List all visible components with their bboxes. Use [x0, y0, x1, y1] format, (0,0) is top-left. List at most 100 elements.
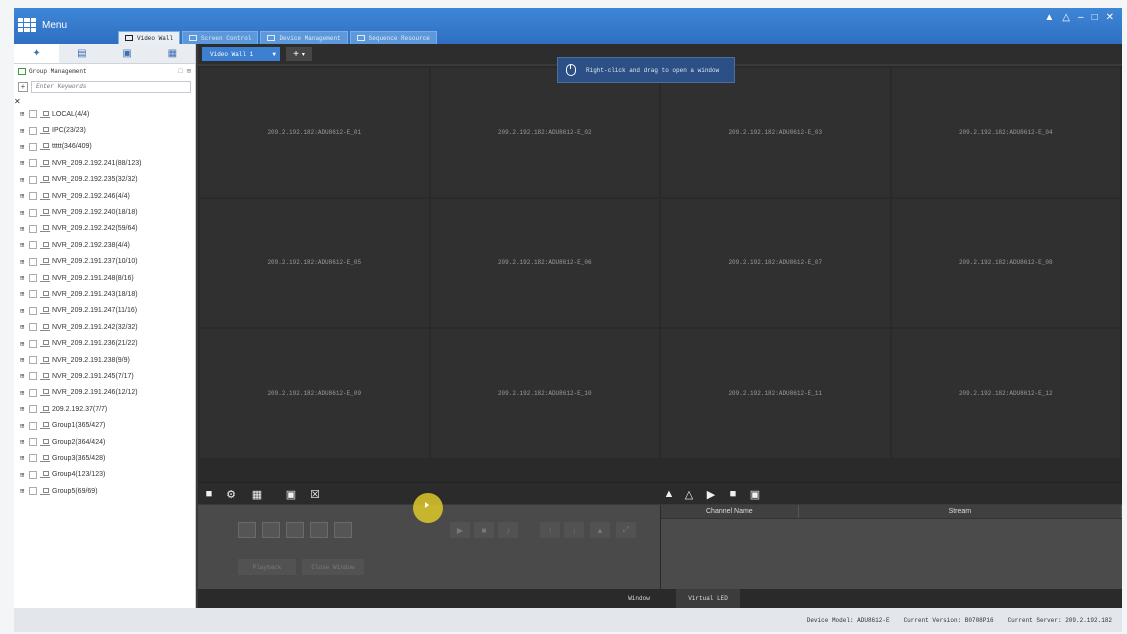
playback-button[interactable]: Playback	[238, 559, 296, 575]
tree-checkbox[interactable]	[29, 257, 37, 266]
lock-icon[interactable]: ▲	[662, 487, 676, 501]
channel-name-header[interactable]: Channel Name	[661, 505, 799, 518]
tree-item[interactable]: ⊞ NVR_209.2.191.236(21/22)	[20, 335, 195, 351]
tree-checkbox[interactable]	[29, 470, 37, 479]
expand-icon[interactable]: ⊞	[20, 471, 29, 479]
add-wall-button[interactable]: + ▾	[286, 47, 312, 61]
play-icon[interactable]: ▶	[450, 522, 470, 538]
tree-item[interactable]: ⊞ Group3(365/428)	[20, 450, 195, 466]
tree-checkbox[interactable]	[29, 388, 37, 397]
tree-item[interactable]: ⊞ NVR_209.2.191.247(11/16)	[20, 303, 195, 319]
tree-item[interactable]: ⊞ Group1(365/427)	[20, 417, 195, 433]
wall-screen[interactable]: 209.2.192.182:ADU8612-E_04	[891, 68, 1120, 197]
stop-icon[interactable]: ■	[474, 522, 494, 538]
expand-icon[interactable]: ⊞	[20, 274, 29, 282]
tree-checkbox[interactable]	[29, 356, 37, 365]
window-icon[interactable]: ▣	[105, 44, 150, 63]
save-icon[interactable]: ■	[202, 487, 216, 501]
wall-screen[interactable]: 209.2.192.182:ADU8612-E_09	[200, 329, 429, 458]
tree-checkbox[interactable]	[29, 175, 37, 184]
unlock-icon[interactable]: △	[682, 487, 696, 501]
layout-4-button[interactable]	[262, 522, 280, 538]
expand-icon[interactable]: ⊞	[20, 372, 29, 380]
fullscreen-icon[interactable]: ▣	[284, 487, 298, 501]
tree-item[interactable]: ⊞ NVR_209.2.192.242(59/64)	[20, 221, 195, 237]
tree-item[interactable]: ⊞ ttttt(346/409)	[20, 139, 195, 155]
wall-screen[interactable]: 209.2.192.182:ADU8612-E_10	[430, 329, 659, 458]
wall-screen[interactable]: 209.2.192.182:ADU8612-E_02	[430, 68, 659, 197]
tree-checkbox[interactable]	[29, 241, 37, 250]
expand-icon[interactable]: ⊞	[20, 290, 29, 298]
tree-item[interactable]: ⊞ NVR_209.2.192.240(18/18)	[20, 204, 195, 220]
tree-item[interactable]: ⊞ NVR_209.2.192.235(32/32)	[20, 172, 195, 188]
video-wall-selector[interactable]: Video Wall 1 ▼	[202, 47, 280, 61]
tree-item[interactable]: ⊞ NVR_209.2.191.242(32/32)	[20, 319, 195, 335]
snapshot-icon[interactable]: ▣	[748, 487, 762, 501]
expand-icon[interactable]: ⊞	[20, 127, 29, 135]
tree-checkbox[interactable]	[29, 323, 37, 332]
expand-icon[interactable]: ⊞	[20, 356, 29, 364]
tree-item[interactable]: ⊞ NVR_209.2.191.243(18/18)	[20, 286, 195, 302]
expand-icon[interactable]: ⤢	[616, 522, 636, 538]
tab-virtual-led[interactable]: Virtual LED	[676, 589, 740, 608]
expand-icon[interactable]: ⊞	[20, 241, 29, 249]
settings-icon[interactable]: ⚙	[224, 487, 238, 501]
expand-icon[interactable]: ⊞	[20, 422, 29, 430]
tree-checkbox[interactable]	[29, 274, 37, 283]
search-input[interactable]	[31, 80, 191, 93]
group-controls[interactable]: □ ⊞	[178, 67, 191, 76]
tree-item[interactable]: ⊞ IPC(23/23)	[20, 122, 195, 138]
tree-checkbox[interactable]	[29, 438, 37, 446]
lock-icon[interactable]: ▲	[590, 522, 610, 538]
tab-device-management[interactable]: Device Management	[260, 31, 348, 44]
stream-header[interactable]: Stream	[799, 505, 1122, 518]
close-button[interactable]: ✕	[1106, 12, 1114, 23]
expand-icon[interactable]: ⊞	[20, 454, 29, 462]
tree-checkbox[interactable]	[29, 192, 37, 201]
volume-icon[interactable]: ♪	[498, 522, 518, 538]
expand-icon[interactable]: ⊞	[20, 307, 29, 315]
split-icon[interactable]: ▦	[250, 487, 264, 501]
expand-icon[interactable]: ⊞	[20, 143, 29, 151]
wall-screen[interactable]: 209.2.192.182:ADU8612-E_07	[661, 198, 890, 328]
tree-checkbox[interactable]	[29, 290, 37, 299]
tree-checkbox[interactable]	[29, 306, 37, 315]
tree-checkbox[interactable]	[29, 421, 37, 430]
tab-video-wall[interactable]: Video Wall	[118, 31, 181, 44]
minimize-button[interactable]: –	[1078, 12, 1084, 23]
add-icon[interactable]: +	[18, 81, 28, 92]
clear-search-icon[interactable]: ✕	[14, 97, 21, 106]
lock-icon[interactable]: △	[1062, 12, 1070, 23]
download-icon[interactable]: ↓	[564, 522, 584, 538]
clear-screen-icon[interactable]: ☒	[308, 487, 322, 501]
expand-icon[interactable]: ⊞	[20, 110, 29, 118]
expand-icon[interactable]: ⊞	[20, 209, 29, 217]
wall-screen[interactable]: 209.2.192.182:ADU8612-E_08	[891, 198, 1120, 328]
wall-screen[interactable]: 209.2.192.182:ADU8612-E_05	[200, 198, 429, 328]
tree-checkbox[interactable]	[29, 339, 37, 348]
tree-item[interactable]: ⊞ NVR_209.2.191.245(7/17)	[20, 368, 195, 384]
expand-icon[interactable]: ⊞	[20, 159, 29, 167]
device-list-icon[interactable]: ▤	[59, 44, 104, 63]
tree-item[interactable]: ⊞ Group2(364/424)	[20, 434, 195, 450]
restore-button[interactable]: □	[1092, 12, 1098, 23]
user-icon[interactable]: ▲	[1044, 12, 1054, 23]
tree-checkbox[interactable]	[29, 454, 37, 463]
tree-checkbox[interactable]	[29, 142, 37, 151]
tree-item[interactable]: ⊞ NVR_209.2.191.246(12/12)	[20, 385, 195, 401]
tree-item[interactable]: ⊞ NVR_209.2.191.248(8/16)	[20, 270, 195, 286]
expand-icon[interactable]: ⊞	[20, 176, 29, 184]
layout-9-button[interactable]	[286, 522, 304, 538]
camera-group-icon[interactable]: ✦	[14, 44, 60, 63]
tree-item[interactable]: ⊞ Group5(69/69)	[20, 483, 195, 499]
layout-1-button[interactable]	[238, 522, 256, 538]
expand-icon[interactable]: ⊞	[20, 192, 29, 200]
tree-checkbox[interactable]	[29, 159, 37, 168]
wall-screen[interactable]: 209.2.192.182:ADU8612-E_01	[200, 68, 429, 197]
tree-checkbox[interactable]	[29, 487, 37, 496]
tree-item[interactable]: ⊞ NVR_209.2.191.237(10/10)	[20, 254, 195, 270]
tab-screen-control[interactable]: Screen Control	[182, 31, 259, 44]
stop-icon[interactable]: ■	[726, 487, 740, 501]
tree-item[interactable]: ⊞ NVR_209.2.192.246(4/4)	[20, 188, 195, 204]
expand-icon[interactable]: ⊞	[20, 405, 29, 413]
